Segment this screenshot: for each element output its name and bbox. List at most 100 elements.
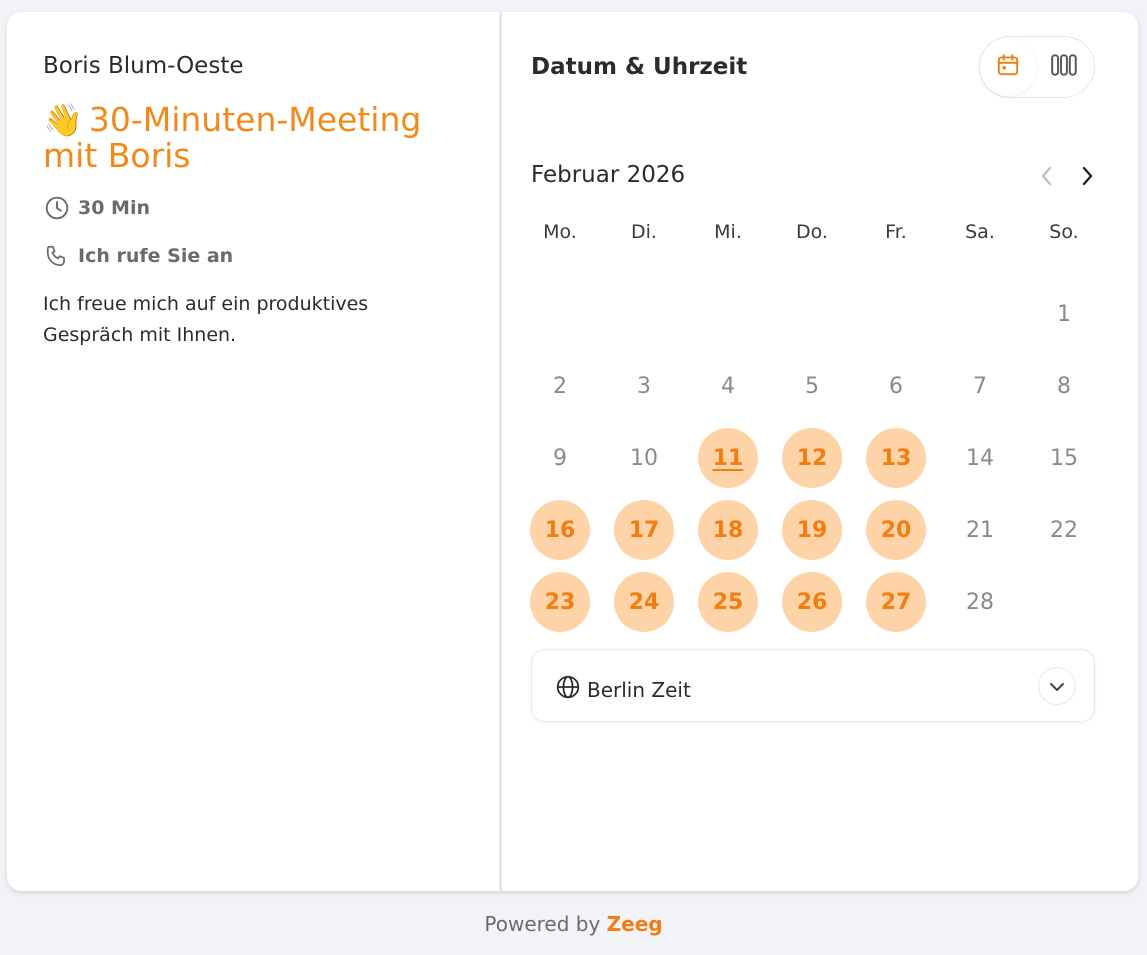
calendar-day: 8 bbox=[1022, 350, 1106, 422]
panel-divider bbox=[499, 12, 502, 891]
empty-day bbox=[770, 278, 854, 350]
weekday-label: Di. bbox=[631, 221, 657, 243]
month-label: Februar 2026 bbox=[531, 162, 686, 188]
available-day[interactable]: 25 bbox=[686, 566, 770, 638]
column-view-button[interactable] bbox=[1036, 38, 1092, 96]
timezone-label: Berlin Zeit bbox=[587, 677, 691, 702]
day-number: 19 bbox=[796, 517, 828, 543]
weekday-label: So. bbox=[1049, 221, 1079, 243]
available-day[interactable]: 17 bbox=[602, 494, 686, 566]
footer: Powered by Zeeg bbox=[0, 912, 1147, 936]
day-number: 26 bbox=[796, 589, 828, 615]
calendar-day: 14 bbox=[938, 422, 1022, 494]
weekday-label: Mi. bbox=[714, 221, 742, 243]
host-name: Boris Blum-Oeste bbox=[43, 53, 244, 79]
empty-day bbox=[1022, 566, 1106, 638]
available-day[interactable]: 11 bbox=[686, 422, 770, 494]
day-number: 6 bbox=[889, 373, 903, 399]
available-day[interactable]: 20 bbox=[854, 494, 938, 566]
day-number: 1 bbox=[1057, 301, 1071, 327]
calendar-day: 2 bbox=[518, 350, 602, 422]
day-number: 24 bbox=[628, 589, 660, 615]
day-number: 27 bbox=[880, 589, 912, 615]
empty-day bbox=[686, 278, 770, 350]
timezone-dropdown-button[interactable] bbox=[1038, 667, 1076, 705]
day-number: 11 bbox=[712, 445, 744, 471]
duration-label: 30 Min bbox=[78, 197, 151, 219]
calendar-day: 9 bbox=[518, 422, 602, 494]
prev-month-button[interactable] bbox=[1033, 164, 1061, 192]
clock-icon bbox=[44, 195, 70, 221]
day-number: 25 bbox=[712, 589, 744, 615]
day-number: 16 bbox=[544, 517, 576, 543]
day-number: 5 bbox=[805, 373, 819, 399]
day-number: 12 bbox=[796, 445, 828, 471]
waving-hand-icon: 👋 bbox=[43, 101, 83, 139]
available-day[interactable]: 26 bbox=[770, 566, 854, 638]
view-toggle bbox=[979, 36, 1095, 98]
available-day[interactable]: 19 bbox=[770, 494, 854, 566]
day-number: 9 bbox=[553, 445, 567, 471]
globe-icon bbox=[555, 674, 581, 705]
calendar-day: 3 bbox=[602, 350, 686, 422]
location-label: Ich rufe Sie an bbox=[78, 245, 234, 267]
day-number: 28 bbox=[966, 589, 994, 615]
calendar: Mo. Di. Mi. Do. Fr. Sa. So. 1 2 3 4 5 6 7 8 9 10 11 12 13 1… bbox=[518, 216, 1106, 638]
footer-brand-link[interactable]: Zeeg bbox=[607, 912, 663, 936]
day-number: 21 bbox=[966, 517, 994, 543]
calendar-day: 15 bbox=[1022, 422, 1106, 494]
chevron-left-icon bbox=[1040, 165, 1054, 191]
location-row: Ich rufe Sie an bbox=[44, 243, 233, 269]
next-month-button[interactable] bbox=[1073, 164, 1101, 192]
day-number: 15 bbox=[1050, 445, 1078, 471]
day-number: 17 bbox=[628, 517, 660, 543]
available-day[interactable]: 18 bbox=[686, 494, 770, 566]
timezone-selector[interactable]: Berlin Zeit bbox=[531, 649, 1095, 722]
day-number: 14 bbox=[966, 445, 994, 471]
weekday-label: Fr. bbox=[885, 221, 907, 243]
calendar-day: 1 bbox=[1022, 278, 1106, 350]
phone-icon bbox=[44, 243, 70, 269]
chevron-right-icon bbox=[1080, 165, 1094, 191]
available-day[interactable]: 27 bbox=[854, 566, 938, 638]
calendar-day: 4 bbox=[686, 350, 770, 422]
available-day[interactable]: 24 bbox=[602, 566, 686, 638]
day-number: 23 bbox=[544, 589, 576, 615]
empty-day bbox=[518, 278, 602, 350]
columns-icon bbox=[1050, 52, 1078, 82]
available-day[interactable]: 23 bbox=[518, 566, 602, 638]
event-title-text: 30-Minuten-Meeting mit Boris bbox=[43, 100, 422, 175]
day-number: 7 bbox=[973, 373, 987, 399]
day-number: 4 bbox=[721, 373, 735, 399]
duration-row: 30 Min bbox=[44, 195, 150, 221]
weekday-label: Sa. bbox=[965, 221, 995, 243]
empty-day bbox=[938, 278, 1022, 350]
weekday-header: Mo. Di. Mi. Do. Fr. Sa. So. bbox=[518, 216, 1106, 256]
weekday-label: Mo. bbox=[543, 221, 577, 243]
section-title: Datum & Uhrzeit bbox=[531, 54, 748, 80]
calendar-day: 22 bbox=[1022, 494, 1106, 566]
day-number: 10 bbox=[630, 445, 658, 471]
calendar-day: 28 bbox=[938, 566, 1022, 638]
empty-day bbox=[602, 278, 686, 350]
available-day[interactable]: 12 bbox=[770, 422, 854, 494]
footer-prefix: Powered by bbox=[484, 912, 601, 936]
day-number: 18 bbox=[712, 517, 744, 543]
calendar-day: 21 bbox=[938, 494, 1022, 566]
weekday-label: Do. bbox=[796, 221, 828, 243]
day-number: 13 bbox=[880, 445, 912, 471]
day-number: 22 bbox=[1050, 517, 1078, 543]
calendar-view-button[interactable] bbox=[980, 38, 1036, 96]
available-day[interactable]: 13 bbox=[854, 422, 938, 494]
calendar-day: 10 bbox=[602, 422, 686, 494]
calendar-day: 7 bbox=[938, 350, 1022, 422]
empty-day bbox=[854, 278, 938, 350]
day-number: 8 bbox=[1057, 373, 1071, 399]
event-title: 👋 30-Minuten-Meeting mit Boris bbox=[43, 102, 463, 174]
calendar-days: 1 2 3 4 5 6 7 8 9 10 11 12 13 14 15 16 17 18 19 20 21 22 23 24 2… bbox=[518, 278, 1106, 638]
day-number: 3 bbox=[637, 373, 651, 399]
event-description: Ich freue mich auf ein produktives Gespr… bbox=[43, 293, 369, 346]
day-number: 20 bbox=[880, 517, 912, 543]
calendar-day: 6 bbox=[854, 350, 938, 422]
available-day[interactable]: 16 bbox=[518, 494, 602, 566]
